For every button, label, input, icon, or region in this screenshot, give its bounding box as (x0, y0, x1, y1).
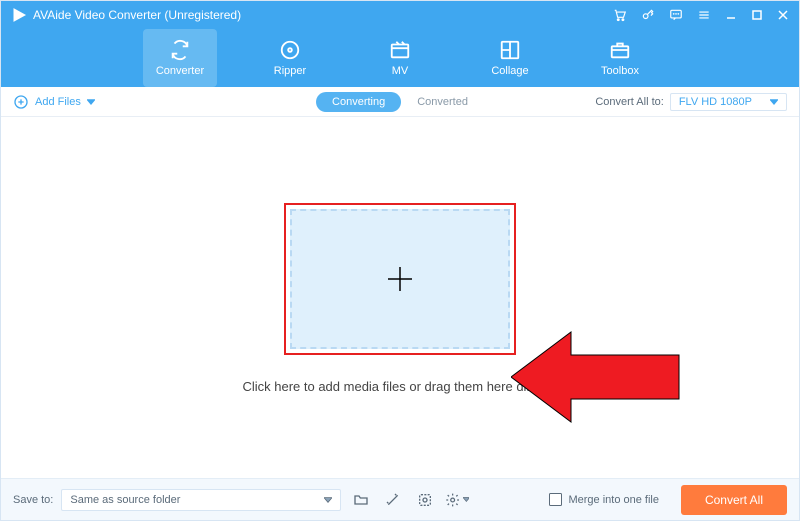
caret-down-icon (463, 496, 470, 503)
annotation-arrow-icon (511, 327, 681, 427)
compress-icon (417, 492, 433, 508)
output-format-select[interactable]: FLV HD 1080P (670, 93, 787, 111)
sub-bar: Add Files Converting Converted Convert A… (1, 87, 799, 117)
tab-toolbox[interactable]: Toolbox (583, 29, 657, 87)
wand-icon (385, 492, 401, 508)
convert-all-to: Convert All to: FLV HD 1080P (595, 93, 787, 111)
convert-all-to-label: Convert All to: (595, 96, 663, 108)
dropzone-highlight-frame (284, 203, 516, 355)
tab-ripper-label: Ripper (274, 65, 306, 77)
maximize-icon[interactable] (751, 9, 763, 21)
menu-icon[interactable] (697, 8, 711, 22)
tab-toolbox-label: Toolbox (601, 65, 639, 77)
tab-converted[interactable]: Converted (401, 92, 484, 112)
compress-button[interactable] (413, 488, 437, 512)
tab-collage[interactable]: Collage (473, 29, 547, 87)
tab-collage-label: Collage (491, 65, 528, 77)
open-folder-button[interactable] (349, 488, 373, 512)
caret-down-icon (770, 98, 778, 106)
minimize-icon[interactable] (725, 9, 737, 21)
enhance-button[interactable] (381, 488, 405, 512)
tab-converting[interactable]: Converting (316, 92, 401, 112)
tab-mv[interactable]: MV (363, 29, 437, 87)
merge-into-one-checkbox[interactable]: Merge into one file (549, 493, 659, 506)
gear-icon (445, 492, 460, 508)
toolbox-icon (609, 39, 631, 61)
tab-ripper[interactable]: Ripper (253, 29, 327, 87)
tab-converter-label: Converter (156, 65, 204, 77)
cart-icon[interactable] (613, 8, 627, 22)
caret-down-icon (87, 98, 95, 106)
tab-converter[interactable]: Converter (143, 29, 217, 87)
nav-bar: Converter Ripper MV Collage Toolbox (1, 29, 799, 87)
plus-icon (382, 261, 418, 297)
saveto-label: Save to: (13, 494, 53, 506)
merge-label: Merge into one file (568, 494, 659, 506)
feedback-icon[interactable] (669, 8, 683, 22)
plus-circle-icon (13, 94, 29, 110)
status-tabs: Converting Converted (316, 92, 484, 112)
convert-all-button[interactable]: Convert All (681, 485, 787, 515)
add-files-label: Add Files (35, 96, 81, 108)
window-controls (613, 8, 789, 22)
disc-icon (279, 39, 301, 61)
add-files-button[interactable]: Add Files (13, 94, 95, 110)
title-bar: AVAide Video Converter (Unregistered) (1, 1, 799, 29)
tab-mv-label: MV (392, 65, 409, 77)
main-area: Click here to add media files or drag th… (1, 117, 799, 480)
app-title: AVAide Video Converter (Unregistered) (33, 8, 241, 22)
close-icon[interactable] (777, 9, 789, 21)
add-media-dropzone[interactable] (290, 209, 510, 349)
caret-down-icon (324, 496, 332, 504)
folder-icon (353, 492, 369, 508)
key-icon[interactable] (641, 8, 655, 22)
convert-icon (169, 39, 191, 61)
saveto-value: Same as source folder (70, 494, 180, 506)
output-format-value: FLV HD 1080P (679, 96, 752, 108)
collage-icon (499, 39, 521, 61)
footer-bar: Save to: Same as source folder Merge int… (1, 478, 799, 520)
app-logo: AVAide Video Converter (Unregistered) (11, 7, 241, 23)
settings-button[interactable] (445, 488, 469, 512)
checkbox-icon (549, 493, 562, 506)
mv-icon (389, 39, 411, 61)
saveto-select[interactable]: Same as source folder (61, 489, 341, 511)
